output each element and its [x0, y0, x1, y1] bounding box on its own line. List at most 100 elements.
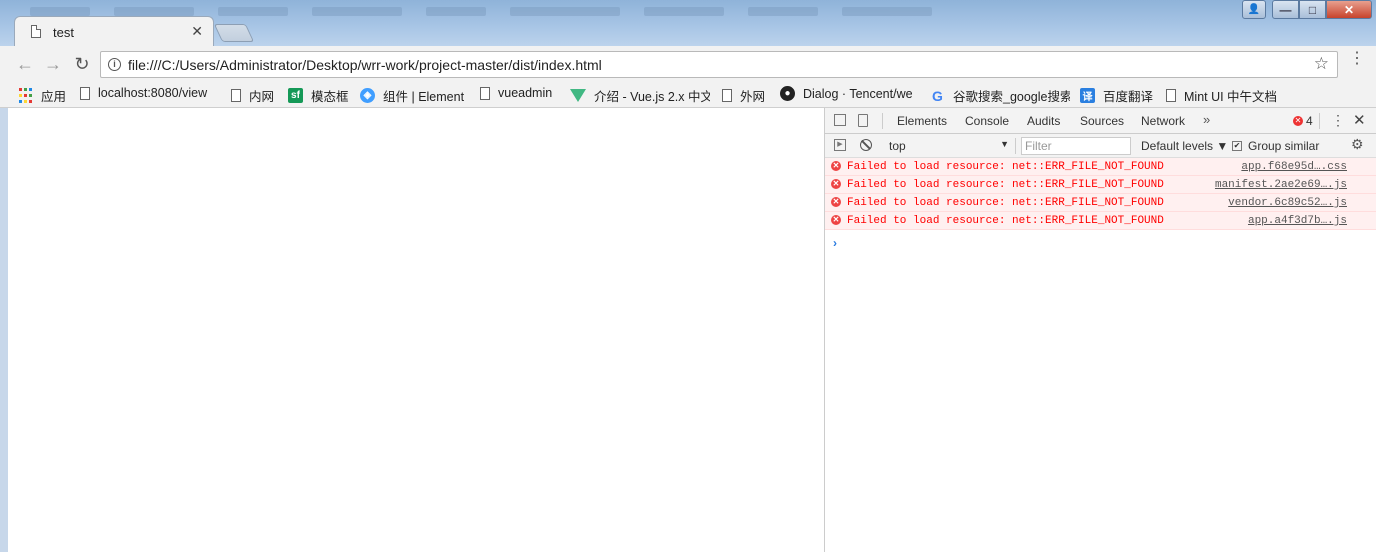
source-link[interactable]: vendor.6c89c52….js — [1228, 197, 1347, 209]
bookmark-label: 内网 — [249, 90, 275, 104]
devtools-tab-bar: Elements Console Audits Sources Network … — [825, 108, 1376, 134]
page-icon — [80, 86, 90, 100]
device-toolbar-icon[interactable] — [858, 114, 868, 127]
vue-icon — [570, 89, 586, 102]
bookmark-label: 介绍 - Vue.js 2.x 中文 — [594, 90, 710, 104]
source-link[interactable]: app.a4f3d7b….js — [1248, 215, 1347, 227]
devtools-menu-icon[interactable]: ⋮ — [1331, 112, 1345, 129]
context-selector[interactable]: top ▼ — [889, 139, 1009, 153]
bookmark-translate[interactable]: 译 百度翻译 — [1080, 86, 1153, 105]
window-controls: 👤 — □ ✕ — [1242, 0, 1372, 19]
clear-console-icon[interactable] — [860, 139, 872, 151]
tab-audits[interactable]: Audits — [1027, 114, 1060, 128]
bookmark-vue[interactable]: 介绍 - Vue.js 2.x 中文 — [570, 86, 710, 105]
source-link[interactable]: app.f68e95d….css — [1241, 161, 1347, 173]
devtools-close-icon[interactable]: ✕ — [1353, 111, 1366, 129]
checkbox-icon[interactable]: ✔ — [1232, 141, 1242, 151]
devtools-panel: Elements Console Audits Sources Network … — [824, 108, 1376, 552]
error-count: 4 — [1306, 114, 1313, 128]
bookmark-google[interactable]: G 谷歌搜索_google搜索 — [930, 86, 1070, 105]
group-similar-checkbox[interactable]: ✔ Group similar — [1232, 139, 1319, 153]
maximize-button[interactable]: □ — [1299, 0, 1326, 19]
context-value: top — [889, 139, 906, 153]
bookmark-apps[interactable]: 应用 — [18, 86, 66, 105]
bookmark-vueadmin[interactable]: vueadmin — [480, 86, 552, 100]
bookmark-mintui[interactable]: Mint UI 中午文档 — [1166, 86, 1277, 105]
bookmarks-bar: 应用 localhost:8080/view 内网 sf 模态框 ◈ 组件 | … — [0, 82, 1376, 108]
error-counter[interactable]: ✕ 4 — [1293, 114, 1313, 128]
error-message: Failed to load resource: net::ERR_FILE_N… — [847, 215, 1164, 227]
chevron-down-icon: ▼ — [1000, 139, 1009, 149]
bookmark-dialog[interactable]: ● Dialog · Tencent/we — [780, 86, 918, 101]
forward-button[interactable]: → — [42, 53, 64, 75]
address-bar[interactable]: i file:///C:/Users/Administrator/Desktop… — [100, 51, 1338, 78]
minimize-button[interactable]: — — [1272, 0, 1299, 19]
error-icon: ✕ — [831, 161, 841, 171]
title-bar: test ✕ 👤 — □ ✕ — [0, 0, 1376, 46]
reload-button[interactable]: ↻ — [71, 53, 93, 75]
bookmark-extranet[interactable]: 外网 — [722, 86, 765, 105]
error-icon: ✕ — [831, 179, 841, 189]
element-icon: ◈ — [360, 88, 375, 103]
error-message: Failed to load resource: net::ERR_FILE_N… — [847, 179, 1164, 191]
console-error-row: ✕ Failed to load resource: net::ERR_FILE… — [825, 176, 1376, 194]
console-error-row: ✕ Failed to load resource: net::ERR_FILE… — [825, 194, 1376, 212]
google-icon: G — [932, 87, 943, 104]
bookmark-label: 模态框 — [311, 90, 349, 104]
bookmark-label: Mint UI 中午文档 — [1184, 90, 1278, 104]
error-message: Failed to load resource: net::ERR_FILE_N… — [847, 161, 1164, 173]
page-icon — [1166, 89, 1176, 102]
divider — [1319, 113, 1320, 129]
filter-input[interactable]: Filter — [1021, 137, 1131, 155]
sf-icon: sf — [288, 88, 303, 103]
inspect-element-icon[interactable] — [834, 114, 846, 126]
bookmark-label: Dialog · Tencent/we — [803, 86, 913, 101]
more-tabs-icon[interactable]: » — [1203, 112, 1210, 127]
bookmark-label: 谷歌搜索_google搜索 — [953, 90, 1070, 104]
sidebar-toggle-icon[interactable]: ▶ — [834, 139, 846, 151]
bookmark-localhost[interactable]: localhost:8080/view — [80, 86, 218, 100]
error-icon: ✕ — [831, 197, 841, 207]
console-error-row: ✕ Failed to load resource: net::ERR_FILE… — [825, 158, 1376, 176]
translate-icon: 译 — [1080, 88, 1095, 103]
apps-icon — [18, 88, 33, 103]
tab-elements[interactable]: Elements — [897, 114, 947, 128]
source-link[interactable]: manifest.2ae2e69….js — [1215, 179, 1347, 191]
info-icon[interactable]: i — [108, 58, 121, 71]
user-icon[interactable]: 👤 — [1242, 0, 1266, 19]
divider — [1015, 138, 1016, 154]
browser-menu-icon[interactable]: ⋮ — [1349, 51, 1365, 67]
bookmark-star-icon[interactable]: ☆ — [1314, 54, 1329, 74]
url-text[interactable]: file:///C:/Users/Administrator/Desktop/w… — [128, 57, 602, 73]
bookmark-modal[interactable]: sf 模态框 — [288, 86, 349, 105]
console-toolbar: ▶ top ▼ Filter Default levels ▼ ✔ Group … — [825, 134, 1376, 158]
divider — [882, 113, 883, 129]
new-tab-button[interactable] — [213, 24, 255, 42]
tab-network[interactable]: Network — [1141, 114, 1185, 128]
tab-sources[interactable]: Sources — [1080, 114, 1124, 128]
page-icon — [31, 25, 41, 38]
console-output: ✕ Failed to load resource: net::ERR_FILE… — [825, 158, 1376, 250]
back-button[interactable]: ← — [14, 53, 36, 75]
tab-close-icon[interactable]: ✕ — [191, 23, 203, 40]
bookmark-label: vueadmin — [498, 86, 553, 100]
browser-toolbar: ← → ↻ i file:///C:/Users/Administrator/D… — [0, 46, 1376, 82]
close-window-button[interactable]: ✕ — [1326, 0, 1372, 19]
console-prompt[interactable]: › — [833, 236, 837, 250]
bookmark-label: 应用 — [41, 90, 67, 104]
page-icon — [480, 86, 490, 100]
bookmark-label: 百度翻译 — [1103, 90, 1154, 104]
bookmark-intranet[interactable]: 内网 — [231, 86, 274, 105]
browser-tab[interactable]: test ✕ — [14, 16, 214, 46]
gear-icon[interactable]: ⚙ — [1351, 136, 1364, 153]
tab-console[interactable]: Console — [965, 114, 1009, 128]
bookmark-label: 组件 | Element — [383, 90, 465, 104]
bookmark-element[interactable]: ◈ 组件 | Element — [360, 86, 464, 105]
error-message: Failed to load resource: net::ERR_FILE_N… — [847, 197, 1164, 209]
error-icon: ✕ — [1293, 116, 1303, 126]
log-levels-dropdown[interactable]: Default levels ▼ — [1141, 139, 1228, 153]
page-viewport[interactable] — [0, 108, 824, 552]
console-error-row: ✕ Failed to load resource: net::ERR_FILE… — [825, 212, 1376, 230]
bookmark-label: localhost:8080/view — [98, 86, 208, 100]
tab-title: test — [53, 25, 74, 40]
